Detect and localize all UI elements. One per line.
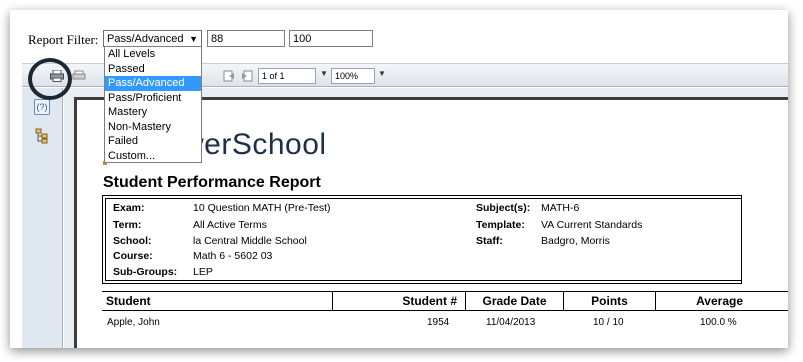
row-student-name: Apple, John: [107, 317, 160, 328]
next-page-icon[interactable]: [238, 67, 256, 85]
row-grade-date: 11/04/2013: [486, 317, 536, 328]
staff-value: Badgro, Morris: [541, 235, 610, 247]
help-icon[interactable]: (?): [34, 99, 50, 115]
document-map-icon[interactable]: [35, 128, 49, 147]
dropdown-arrow-icon: ▼: [189, 34, 198, 44]
term-value: All Active Terms: [193, 219, 267, 231]
filter-option-passed[interactable]: Passed: [105, 62, 201, 77]
filter-option-all-levels[interactable]: All Levels: [105, 47, 201, 62]
highlight-circle: [28, 58, 72, 100]
subgroups-value: LEP: [193, 266, 213, 278]
zoom-field[interactable]: 100%: [331, 68, 375, 84]
filter-dropdown-list: All Levels Passed Pass/Advanced Pass/Pro…: [104, 46, 202, 163]
powerschool-logo: werSchool: [182, 128, 327, 161]
print-layout-icon[interactable]: [70, 67, 88, 85]
column-header-average: Average: [655, 292, 788, 310]
row-points: 10 / 10: [593, 317, 624, 328]
report-window: Report Filter: Pass/Advanced ▼ 88 100 Al…: [10, 10, 788, 348]
filter-min-input[interactable]: 88: [207, 30, 285, 47]
filter-option-failed[interactable]: Failed: [105, 134, 201, 149]
subject-label: Subject(s):: [476, 202, 531, 214]
side-panel: (?): [22, 88, 63, 348]
filter-option-pass-advanced[interactable]: Pass/Advanced: [105, 76, 201, 91]
course-label: Course:: [113, 250, 153, 262]
term-label: Term:: [113, 219, 142, 231]
page-dropdown-icon[interactable]: ▼: [320, 69, 328, 78]
filter-option-mastery[interactable]: Mastery: [105, 105, 201, 120]
page-number-field[interactable]: 1 of 1: [258, 68, 316, 84]
exam-label: Exam:: [113, 202, 145, 214]
previous-page-icon[interactable]: [220, 67, 238, 85]
subgroups-label: Sub-Groups:: [113, 266, 178, 278]
report-filter-select[interactable]: Pass/Advanced ▼: [103, 30, 202, 47]
row-student-number: 1954: [427, 317, 450, 328]
filter-option-non-mastery[interactable]: Non-Mastery: [105, 120, 201, 135]
column-header-points: Points: [563, 292, 655, 310]
row-average: 100.0 %: [700, 317, 737, 328]
template-value: VA Current Standards: [541, 219, 643, 231]
filter-max-input[interactable]: 100: [289, 30, 373, 47]
school-value: la Central Middle School: [193, 235, 307, 247]
template-label: Template:: [476, 219, 525, 231]
table-header: Student Student # Grade Date Points Aver…: [102, 291, 788, 311]
staff-label: Staff:: [476, 235, 503, 247]
filter-selected-value: Pass/Advanced: [107, 33, 184, 45]
school-label: School:: [113, 235, 152, 247]
zoom-dropdown-icon[interactable]: ▼: [378, 69, 386, 78]
report-filter-label: Report Filter:: [28, 32, 99, 47]
exam-value: 10 Question MATH (Pre-Test): [193, 202, 331, 214]
report-title: Student Performance Report: [103, 174, 321, 191]
column-header-student-number: Student #: [332, 292, 465, 310]
subject-value: MATH-6: [541, 202, 580, 214]
column-header-student: Student: [106, 294, 151, 308]
filter-option-pass-proficient[interactable]: Pass/Proficient: [105, 91, 201, 106]
course-value: Math 6 - 5602 03: [193, 250, 273, 262]
filter-option-custom[interactable]: Custom...: [105, 149, 201, 164]
column-header-grade-date: Grade Date: [465, 292, 563, 310]
